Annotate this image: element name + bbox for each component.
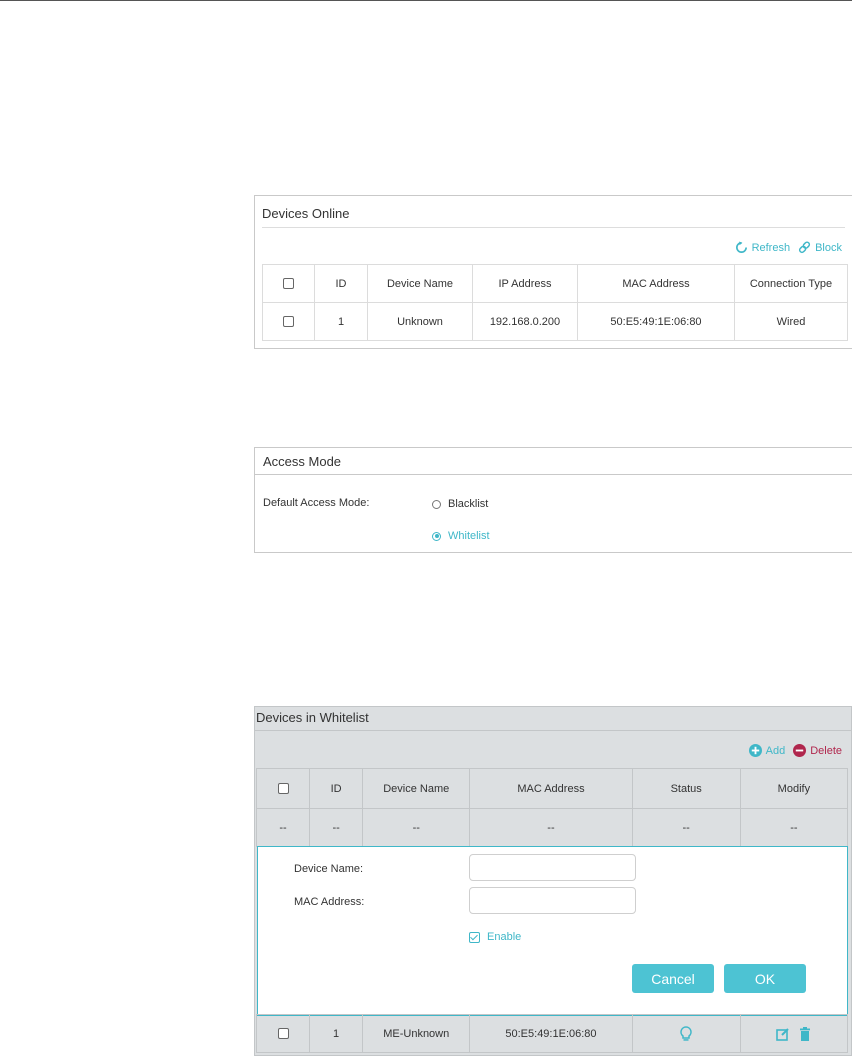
column-header: IP Address [472, 264, 578, 303]
column-header: MAC Address [577, 264, 735, 303]
column-header: ID [309, 768, 364, 809]
select-all-cell [262, 264, 315, 303]
placeholder-cell: -- [739, 808, 849, 847]
whitelist-radio[interactable]: Whitelist [432, 530, 490, 542]
placeholder-cell: -- [631, 808, 741, 847]
column-header: ID [314, 264, 368, 303]
edit-icon[interactable] [776, 1027, 790, 1041]
enable-label: Enable [487, 931, 522, 943]
plus-circle-icon [748, 744, 762, 757]
refresh-icon [735, 241, 747, 253]
cell-device-name: ME-Unknown [362, 1014, 471, 1053]
select-all-cell [255, 768, 311, 809]
whitelist-entries-table: 1 ME-Unknown 50:E5:49:1E:06:80 [255, 1014, 849, 1053]
access-mode-header: Access Mode [255, 448, 852, 475]
table-header-row: ID Device Name IP Address MAC Address Co… [262, 264, 848, 303]
link-icon [799, 241, 811, 254]
default-access-mode-label: Default Access Mode: [263, 497, 370, 509]
cell-status [631, 1014, 741, 1053]
add-device-form: Device Name: MAC Address: Enable Cancel … [257, 846, 848, 1016]
whitelist-label: Whitelist [448, 530, 490, 542]
column-header: Connection Type [734, 264, 848, 303]
cancel-button[interactable]: Cancel [632, 964, 714, 993]
bulb-icon[interactable] [679, 1025, 693, 1042]
placeholder-cell: -- [255, 808, 311, 847]
enable-checkbox[interactable]: Enable [469, 931, 521, 943]
device-name-label: Device Name: [294, 863, 364, 875]
add-button[interactable]: Add [748, 744, 786, 757]
placeholder-cell: -- [469, 808, 633, 847]
blacklist-radio[interactable]: Blacklist [432, 498, 488, 510]
radio-button-selected[interactable] [432, 531, 441, 541]
checkbox-checked[interactable] [469, 931, 480, 943]
mac-address-input[interactable] [469, 887, 636, 914]
access-mode-panel: Access Mode Default Access Mode: Blackli… [254, 447, 852, 553]
devices-online-title: Devices Online [262, 206, 350, 221]
block-button[interactable]: Block [798, 241, 842, 254]
devices-online-panel: Devices Online Refresh Block ID Device N… [254, 195, 852, 349]
cell-id: 1 [314, 302, 368, 341]
cell-ip-address: 192.168.0.200 [472, 302, 578, 341]
delete-label: Delete [810, 744, 842, 757]
add-label: Add [765, 744, 786, 757]
mac-address-label: MAC Address: [294, 896, 365, 908]
blacklist-label: Blacklist [448, 498, 489, 510]
cell-mac-address: 50:E5:49:1E:06:80 [469, 1014, 633, 1053]
top-divider [0, 0, 852, 1]
whitelist-panel: Devices in Whitelist Add Delete ID Devic… [254, 706, 852, 1056]
ok-button[interactable]: OK [724, 964, 806, 993]
access-mode-title: Access Mode [263, 454, 342, 469]
devices-online-toolbar: Refresh Block [735, 241, 842, 254]
refresh-button[interactable]: Refresh [735, 241, 791, 254]
select-all-checkbox[interactable] [277, 783, 289, 795]
column-header: Modify [739, 768, 849, 809]
trash-icon[interactable] [799, 1026, 811, 1041]
row-checkbox[interactable] [283, 316, 294, 328]
refresh-label: Refresh [751, 241, 791, 254]
whitelist-title: Devices in Whitelist [256, 710, 369, 725]
title-divider [262, 227, 845, 228]
devices-online-table: ID Device Name IP Address MAC Address Co… [262, 264, 848, 341]
cell-connection-type: Wired [734, 302, 848, 341]
row-select-cell [262, 302, 315, 341]
cell-mac-address: 50:E5:49:1E:06:80 [577, 302, 735, 341]
placeholder-cell: -- [309, 808, 364, 847]
minus-circle-icon [793, 744, 807, 757]
title-divider [255, 730, 851, 731]
column-header: Status [631, 768, 741, 809]
radio-button[interactable] [432, 499, 441, 509]
block-label: Block [815, 241, 842, 254]
table-row: 1 ME-Unknown 50:E5:49:1E:06:80 [255, 1014, 849, 1053]
device-name-input[interactable] [469, 854, 636, 881]
delete-button[interactable]: Delete [793, 744, 842, 757]
whitelist-toolbar: Add Delete [748, 744, 842, 757]
whitelist-table: ID Device Name MAC Address Status Modify… [255, 768, 849, 847]
cell-modify [739, 1014, 849, 1053]
row-checkbox[interactable] [277, 1028, 289, 1040]
placeholder-row: -- -- -- -- -- -- [255, 808, 849, 847]
column-header: Device Name [362, 768, 471, 809]
cell-id: 1 [309, 1014, 364, 1053]
cell-device-name: Unknown [367, 302, 473, 341]
select-all-checkbox[interactable] [283, 278, 294, 290]
column-header: Device Name [367, 264, 473, 303]
column-header: MAC Address [469, 768, 633, 809]
placeholder-cell: -- [362, 808, 471, 847]
row-select-cell [255, 1014, 311, 1053]
table-header-row: ID Device Name MAC Address Status Modify [255, 768, 849, 809]
table-row: 1 Unknown 192.168.0.200 50:E5:49:1E:06:8… [262, 302, 848, 341]
